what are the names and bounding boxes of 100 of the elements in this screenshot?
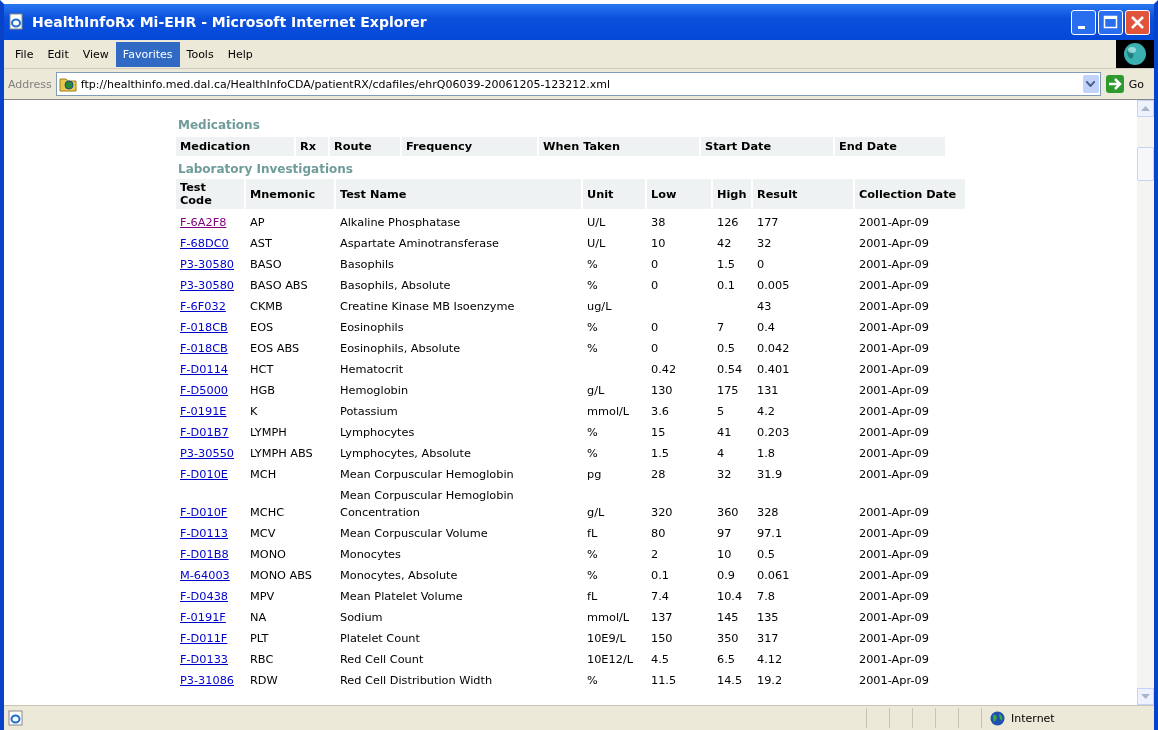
table-cell-text: 0.005 — [756, 278, 791, 294]
table-cell-text: EOS ABS — [249, 341, 301, 357]
table-cell-text: Monocytes, Absolute — [339, 568, 459, 584]
menu-item[interactable]: Edit — [40, 41, 76, 67]
table-cell-text: 3.6 — [650, 404, 670, 420]
table-cell-text: fL — [586, 589, 599, 605]
test-code-link[interactable]: F-D0113 — [180, 527, 229, 540]
table-cell-text: 130 — [650, 383, 674, 399]
table-cell-text: 135 — [756, 610, 780, 626]
table-cell-text: 328 — [756, 505, 780, 521]
close-button[interactable] — [1125, 9, 1150, 35]
table-cell-text: 2001-Apr-09 — [858, 362, 930, 378]
vertical-scrollbar[interactable] — [1137, 100, 1154, 705]
table-cell-text: 177 — [756, 215, 780, 231]
menu-item[interactable]: Help — [220, 41, 260, 67]
table-cell-text: Mean Corpuscular Hemoglobin Concentration — [339, 488, 515, 521]
table-cell-text: 2001-Apr-09 — [858, 631, 930, 647]
table-cell-text: PLT — [249, 631, 270, 647]
table-cell-text: Hematocrit — [339, 362, 405, 378]
table-cell-text: BASO — [249, 257, 283, 273]
table-cell-text: 2001-Apr-09 — [858, 236, 930, 252]
test-code-link[interactable]: F-6A2F8 — [180, 216, 227, 229]
table-cell-text: 0.203 — [756, 425, 791, 441]
table-cell-text: 0.1 — [650, 568, 670, 584]
column-header: Start Date — [701, 137, 833, 156]
table-cell-text: 42 — [716, 236, 733, 252]
test-code-link[interactable]: P3-30580 — [180, 279, 234, 292]
table-cell-text: fL — [586, 526, 599, 542]
table-cell-text: 137 — [650, 610, 674, 626]
test-code-link[interactable]: F-D010E — [180, 468, 228, 481]
table-cell-text: Alkaline Phosphatase — [339, 215, 462, 231]
test-code-link[interactable]: P3-31086 — [180, 674, 234, 687]
test-code-link[interactable]: F-D5000 — [180, 384, 229, 397]
table-cell-text: 7 — [716, 320, 726, 336]
table-cell-text: 11.5 — [650, 673, 678, 689]
table-cell-text: 2001-Apr-09 — [858, 404, 930, 420]
table-cell-text: 0 — [650, 341, 660, 357]
table-cell-text: 5 — [716, 404, 726, 420]
test-code-link[interactable]: F-6F032 — [180, 300, 226, 313]
table-cell-text: Sodium — [339, 610, 384, 626]
menu-item[interactable]: View — [75, 41, 116, 67]
test-code-link[interactable]: F-018CB — [180, 342, 228, 355]
table-cell-text: mmol/L — [586, 404, 631, 420]
address-field[interactable]: ftp://healthinfo.med.dal.ca/HealthInfoCDA/patientRX/cdafiles/ehrQ06039-20061205-123212.xml — [55, 72, 1101, 96]
go-button[interactable]: Go — [1104, 74, 1150, 94]
test-code-link[interactable]: F-0191F — [180, 611, 226, 624]
test-code-link[interactable]: F-0191E — [180, 405, 227, 418]
table-cell-text: % — [586, 673, 599, 689]
table-cell-text: 2001-Apr-09 — [858, 568, 930, 584]
test-code-link[interactable]: F-D0133 — [180, 653, 229, 666]
column-header: Low — [647, 179, 711, 212]
table-cell-text: Mean Corpuscular Hemoglobin — [339, 467, 515, 483]
minimize-button[interactable] — [1071, 9, 1096, 35]
test-code-link[interactable]: F-D010F — [180, 506, 228, 519]
test-code-link[interactable]: F-68DC0 — [180, 237, 229, 250]
table-cell-text: 0.5 — [756, 547, 776, 563]
table-cell-text: % — [586, 257, 599, 273]
section-heading: Medications — [177, 117, 261, 134]
column-header: Route — [330, 137, 400, 156]
table-cell-text: 0.1 — [716, 278, 736, 294]
column-header: Rx — [296, 137, 328, 156]
test-code-link[interactable]: F-018CB — [180, 321, 228, 334]
table-cell-text: 0.042 — [756, 341, 791, 357]
table-cell-text: 2001-Apr-09 — [858, 341, 930, 357]
globe-icon — [990, 710, 1005, 726]
table-cell-text: 2001-Apr-09 — [858, 505, 930, 521]
maximize-button[interactable] — [1098, 9, 1123, 35]
menu-item[interactable]: File — [8, 41, 41, 67]
table-cell-text: 14.5 — [716, 673, 744, 689]
table-cell-text: 43 — [756, 299, 773, 315]
scroll-thumb[interactable] — [1137, 147, 1154, 181]
test-code-link[interactable]: F-D0438 — [180, 590, 229, 603]
window-title: HealthInfoRx Mi-EHR - Microsoft Internet Explorer — [32, 14, 428, 30]
table-cell-text: 0 — [756, 257, 766, 273]
test-code-link[interactable]: F-D01B7 — [180, 426, 229, 439]
test-code-link[interactable]: F-D0114 — [180, 363, 229, 376]
test-code-link[interactable]: F-D01B8 — [180, 548, 229, 561]
table-cell-text: 2001-Apr-09 — [858, 257, 930, 273]
table-cell-text: 317 — [756, 631, 780, 647]
table-cell-text: ug/L — [586, 299, 613, 315]
table-cell-text: 7.4 — [650, 589, 670, 605]
test-code-link[interactable]: F-D011F — [180, 632, 228, 645]
table-cell-text: 10 — [716, 547, 733, 563]
table-cell-text: Platelet Count — [339, 631, 421, 647]
table-cell-text: Basophils — [339, 257, 395, 273]
table-cell-text: Mean Platelet Volume — [339, 589, 464, 605]
table-cell-text: 2001-Apr-09 — [858, 589, 930, 605]
dropdown-button[interactable] — [1082, 75, 1099, 93]
table-cell-text: LYMPH ABS — [249, 446, 314, 462]
test-code-link[interactable]: M-64003 — [180, 569, 230, 582]
test-code-link[interactable]: P3-30580 — [180, 258, 234, 271]
table-cell-text: 97 — [716, 526, 733, 542]
column-header: Medication — [176, 137, 294, 156]
test-code-link[interactable]: P3-30550 — [180, 447, 234, 460]
table-cell-text: Creatine Kinase MB Isoenzyme — [339, 299, 516, 315]
table-cell-text: 0 — [650, 278, 660, 294]
menu-item[interactable]: Favorites — [115, 41, 180, 67]
table-cell-text: 38 — [650, 215, 667, 231]
menu-item[interactable]: Tools — [179, 41, 221, 67]
column-header: Test Name — [336, 179, 581, 212]
